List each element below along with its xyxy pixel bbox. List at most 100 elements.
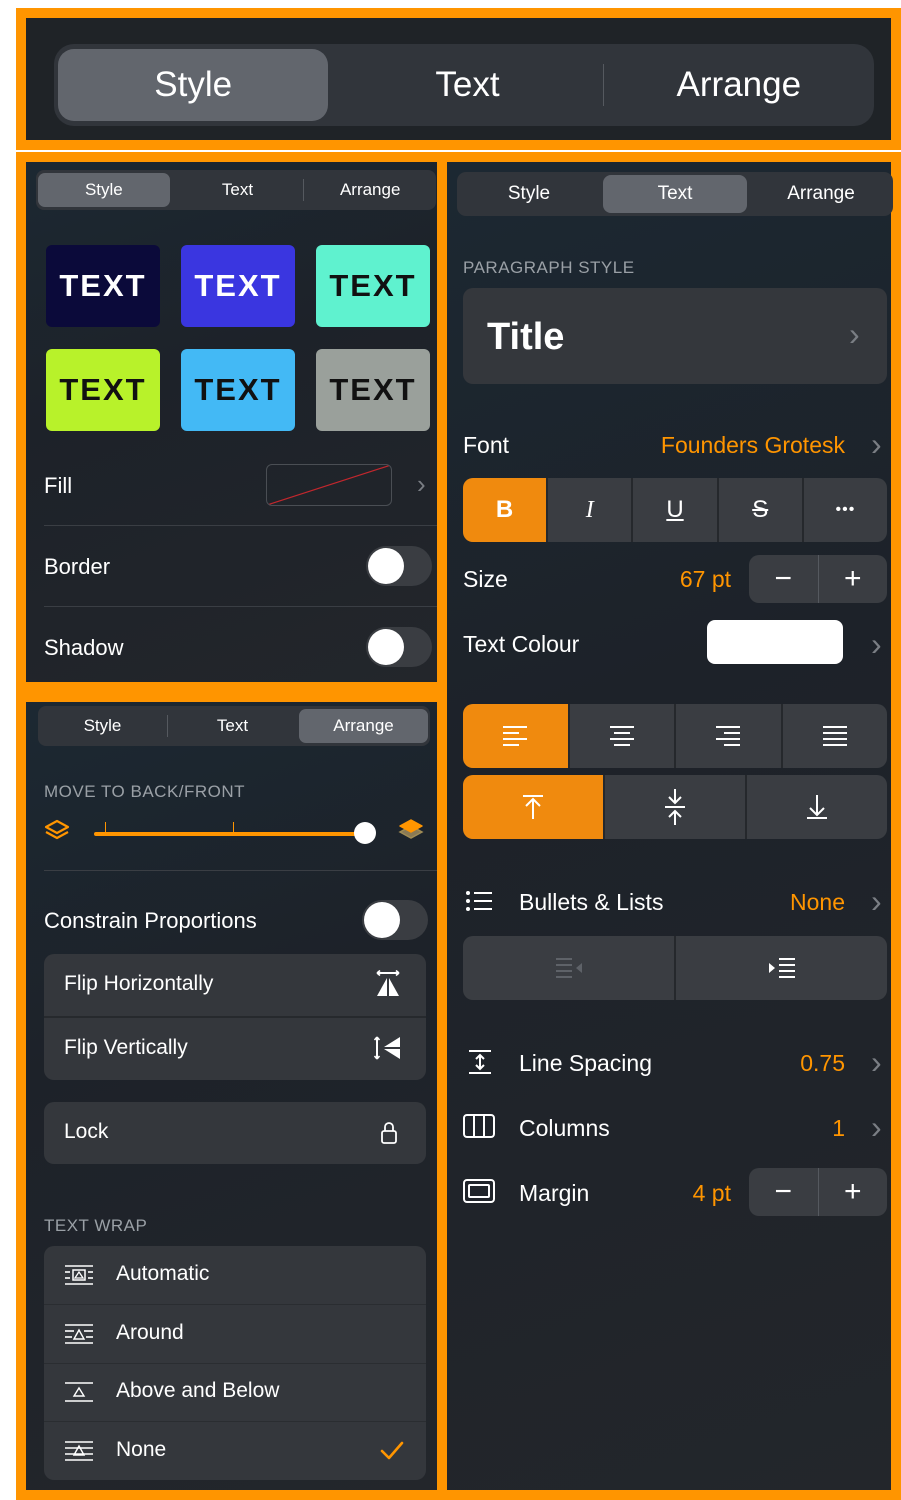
align-middle-button[interactable] (605, 775, 747, 839)
chevron-right-icon: › (871, 426, 882, 462)
outdent-icon (555, 958, 582, 978)
flip-horizontally-button[interactable]: Flip Horizontally (44, 954, 426, 1016)
margin-stepper: − + (749, 1168, 887, 1216)
chevron-right-icon: › (417, 469, 426, 499)
text-wrap-list: Automatic Around Above and Below None (44, 1246, 426, 1480)
indent-buttons (463, 936, 887, 1000)
wrap-option-label: Around (116, 1320, 184, 1344)
italic-button[interactable]: I (548, 478, 634, 542)
tab-text[interactable]: Text (332, 44, 602, 126)
columns-value[interactable]: 1 (832, 1115, 845, 1142)
toggle-knob (368, 548, 404, 584)
bullets-lists-label: Bullets & Lists (519, 889, 664, 915)
more-options-button[interactable]: ••• (804, 478, 887, 542)
align-left-button[interactable] (463, 704, 570, 768)
wrap-above-below-icon (65, 1382, 93, 1402)
size-increase-button[interactable]: + (819, 555, 888, 603)
flip-vertical-icon (374, 1036, 400, 1060)
underline-button[interactable]: U (633, 478, 719, 542)
text-style-preset[interactable]: TEXT (316, 245, 430, 327)
layer-slider-track[interactable] (94, 832, 366, 836)
style-panel: Style Text Arrange TEXT TEXT TEXT TEXT TEXT T… (16, 152, 447, 692)
wrap-option[interactable]: Automatic (44, 1246, 426, 1305)
decrease-indent-button[interactable] (463, 936, 676, 1000)
wrap-option[interactable]: Above and Below (44, 1363, 426, 1422)
tab-text[interactable]: Text (603, 175, 747, 213)
shadow-toggle[interactable] (366, 627, 432, 667)
paragraph-style-value: Title (487, 316, 565, 358)
constrain-proportions-label: Constrain Proportions (44, 908, 257, 933)
slider-tick (233, 822, 234, 832)
paragraph-style-header: PARAGRAPH STYLE (463, 258, 635, 277)
wrap-option-label: Automatic (116, 1262, 210, 1285)
tab-text[interactable]: Text (168, 706, 297, 746)
border-label: Border (44, 554, 111, 579)
align-left-icon (503, 726, 528, 746)
flip-card: Flip Horizontally Flip Vertically (44, 954, 426, 1080)
text-style-preset[interactable]: TEXT (181, 349, 295, 431)
align-right-button[interactable] (676, 704, 783, 768)
wrap-option[interactable]: Around (44, 1305, 426, 1364)
tab-style[interactable]: Style (38, 706, 167, 746)
align-middle-icon (665, 789, 685, 825)
justify-icon (822, 726, 847, 746)
layer-slider-thumb[interactable] (354, 822, 376, 844)
border-toggle[interactable] (366, 546, 432, 586)
bullets-lists-value[interactable]: None (790, 889, 845, 916)
wrap-option[interactable]: None (44, 1422, 426, 1480)
margin-label: Margin (519, 1180, 590, 1206)
margin-increase-button[interactable]: + (819, 1168, 888, 1216)
layers-front-icon (398, 819, 424, 839)
strikethrough-button[interactable]: S (719, 478, 804, 542)
text-style-preset[interactable]: TEXT (181, 245, 295, 327)
toggle-knob (368, 629, 404, 665)
font-value[interactable]: Founders Grotesk (661, 432, 845, 459)
move-to-back-front-header: MOVE TO BACK/FRONT (44, 782, 246, 801)
arrange-panel: Style Text Arrange MOVE TO BACK/FRONT Co… (16, 692, 447, 1500)
align-bottom-button[interactable] (747, 775, 887, 839)
wrap-around-icon (65, 1323, 93, 1344)
text-style-preset[interactable]: TEXT (316, 349, 430, 431)
tab-arrange[interactable]: Arrange (604, 44, 874, 126)
margin-icon (463, 1179, 495, 1203)
text-colour-swatch[interactable] (707, 620, 843, 664)
bold-button[interactable]: B (463, 478, 549, 542)
text-style-preset[interactable]: TEXT (46, 349, 160, 431)
margin-decrease-button[interactable]: − (749, 1168, 819, 1216)
increase-indent-button[interactable] (676, 936, 887, 1000)
fill-swatch[interactable] (266, 464, 392, 506)
columns-label: Columns (519, 1115, 610, 1141)
vertical-alignment-buttons (463, 775, 887, 839)
tab-style[interactable]: Style (58, 49, 329, 121)
align-center-button[interactable] (570, 704, 676, 768)
flip-vertically-label: Flip Vertically (64, 1036, 188, 1059)
line-spacing-value[interactable]: 0.75 (800, 1050, 845, 1077)
paragraph-style-button[interactable]: Title › (463, 288, 887, 384)
chevron-right-icon: › (871, 1044, 882, 1080)
tab-arrange[interactable]: Arrange (299, 709, 428, 743)
text-panel-tabs: Style Text Arrange (457, 172, 893, 216)
constrain-proportions-toggle[interactable] (362, 900, 428, 940)
lock-button[interactable]: Lock (44, 1102, 426, 1164)
tab-arrange[interactable]: Arrange (749, 172, 893, 216)
line-spacing-label: Line Spacing (519, 1050, 652, 1076)
align-top-button[interactable] (463, 775, 605, 839)
justify-button[interactable] (783, 704, 888, 768)
align-center-icon (609, 726, 634, 746)
text-style-preset[interactable]: TEXT (46, 245, 160, 327)
tab-arrange[interactable]: Arrange (304, 170, 436, 210)
flip-vertically-button[interactable]: Flip Vertically (44, 1018, 426, 1080)
lock-label: Lock (64, 1120, 109, 1143)
layers-back-icon (44, 819, 70, 840)
tab-style[interactable]: Style (457, 172, 601, 216)
line-spacing-icon (469, 1050, 491, 1074)
chevron-right-icon: › (849, 316, 860, 352)
checkmark-icon (380, 1441, 404, 1459)
tab-style[interactable]: Style (38, 173, 170, 207)
text-panel: Style Text Arrange PARAGRAPH STYLE Title… (437, 152, 901, 1500)
text-format-buttons: B I U S ••• (463, 478, 887, 542)
size-decrease-button[interactable]: − (749, 555, 819, 603)
tab-text[interactable]: Text (172, 170, 304, 210)
slider-tick (105, 822, 106, 832)
top-segmented-control: Style Text Arrange (54, 44, 874, 126)
